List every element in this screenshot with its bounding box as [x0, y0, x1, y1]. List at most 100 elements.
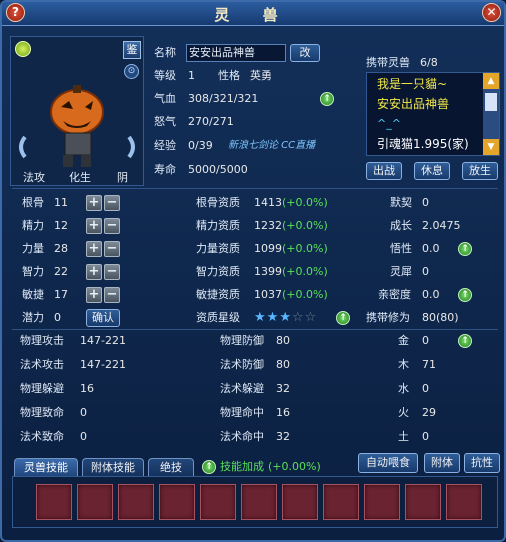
skill-slot[interactable] — [446, 484, 482, 520]
carried-item-4[interactable]: 引魂猫1.995(家) — [377, 133, 469, 155]
exp-label: 经验 — [154, 139, 176, 152]
combat2-label-5: 法术命中 — [220, 430, 264, 443]
comprehension-value: 0.0 — [422, 242, 440, 255]
star-icon: ★ — [279, 310, 292, 325]
carried-item-1[interactable]: 我是一只貓~ — [377, 73, 447, 95]
plus-icon[interactable]: + — [86, 241, 102, 257]
combat2-label-3: 法术躲避 — [220, 382, 264, 395]
combat2-value-3: 32 — [276, 382, 290, 395]
star-up-icon[interactable]: ↑ — [336, 311, 350, 325]
skill-slot[interactable] — [118, 484, 154, 520]
carried-item-2[interactable]: 安安出品神兽 — [377, 93, 449, 115]
star-rating: ★★★☆☆ — [254, 307, 317, 329]
tab-pet-skills[interactable]: 灵兽技能 — [14, 458, 78, 477]
element-up-icon[interactable]: ↑ — [458, 334, 472, 348]
pet-portrait-icon — [19, 85, 135, 167]
exp-value: 0/39 — [188, 139, 213, 152]
life-value: 5000/5000 — [188, 163, 248, 176]
possess-button[interactable]: 附体 — [424, 453, 460, 473]
skill-slot[interactable] — [323, 484, 359, 520]
deploy-button[interactable]: 出战 — [366, 162, 402, 180]
skill-slot[interactable] — [200, 484, 236, 520]
scroll-thumb[interactable] — [485, 93, 497, 111]
close-icon[interactable]: ✕ — [482, 3, 501, 22]
title-bar[interactable]: ? 灵 兽 ✕ — [2, 2, 504, 26]
stat-value-3: 28 — [54, 242, 68, 255]
name-input[interactable]: 安安出品神兽 — [186, 44, 286, 62]
comprehension-up-icon[interactable]: ↑ — [458, 242, 472, 256]
pet-tag-3: 阴 — [117, 171, 128, 184]
aptitude-value-3: 1099 — [254, 242, 282, 255]
scrollbar[interactable]: ▲ ▼ — [483, 73, 499, 155]
intimacy-label: 亲密度 — [378, 288, 411, 301]
hp-up-icon[interactable]: ↑ — [320, 92, 334, 106]
aptitude-value-2: 1232 — [254, 219, 282, 232]
plus-icon[interactable]: + — [86, 264, 102, 280]
rest-button[interactable]: 休息 — [414, 162, 450, 180]
scroll-up-icon[interactable]: ▲ — [483, 73, 499, 89]
tab-ultimate[interactable]: 绝技 — [148, 458, 194, 477]
combat-label-2: 法术攻击 — [20, 358, 64, 371]
skill-slot[interactable] — [364, 484, 400, 520]
aptitude-bonus-1: (+0.0%) — [282, 196, 328, 209]
skill-slot[interactable] — [405, 484, 441, 520]
aptitude-value-1: 1413 — [254, 196, 282, 209]
aptitude-bonus-4: (+0.0%) — [282, 265, 328, 278]
cultivation-label: 携带修为 — [366, 311, 410, 324]
window-title: 灵 兽 — [214, 6, 292, 24]
stat-label-1: 根骨 — [22, 196, 44, 209]
minus-icon[interactable]: − — [104, 287, 120, 303]
element-label-2: 木 — [398, 358, 409, 371]
combat-label-5: 法术致命 — [20, 430, 64, 443]
combat2-label-4: 物理命中 — [220, 406, 264, 419]
star-empty-icon: ☆ — [291, 310, 305, 325]
pet-window: ? 灵 兽 ✕ 鉴 ⊙ 法攻 化生 阴 名称 安安出品神兽 改 等级 1 性格 … — [0, 0, 506, 542]
aptitude-value-4: 1399 — [254, 265, 282, 278]
skill-slot[interactable] — [77, 484, 113, 520]
stat-label-5: 敏捷 — [22, 288, 44, 301]
element-label-1: 金 — [398, 334, 409, 347]
scroll-down-icon[interactable]: ▼ — [483, 139, 499, 155]
skill-slot[interactable] — [241, 484, 277, 520]
divider-top — [12, 188, 498, 189]
minus-icon[interactable]: − — [104, 264, 120, 280]
hp-label: 气血 — [154, 92, 176, 105]
plus-icon[interactable]: + — [86, 218, 102, 234]
skill-slot[interactable] — [282, 484, 318, 520]
rename-button[interactable]: 改 — [290, 44, 320, 62]
skill-bonus-value: (+0.00%) — [268, 460, 321, 473]
combat-value-4: 0 — [80, 406, 87, 419]
release-button[interactable]: 放生 — [462, 162, 498, 180]
minus-icon[interactable]: − — [104, 195, 120, 211]
intimacy-up-icon[interactable]: ↑ — [458, 288, 472, 302]
stat-value-2: 12 — [54, 219, 68, 232]
cultivation-value: 80(80) — [422, 311, 459, 324]
hp-value: 308/321/321 — [188, 92, 259, 105]
auto-feed-button[interactable]: 自动喂食 — [358, 453, 418, 473]
plus-icon[interactable]: + — [86, 195, 102, 211]
carried-count: 6/8 — [420, 56, 438, 69]
tacit-value: 0 — [422, 196, 429, 209]
minus-icon[interactable]: − — [104, 218, 120, 234]
skill-slot[interactable] — [159, 484, 195, 520]
aptitude-value-5: 1037 — [254, 288, 282, 301]
confirm-button[interactable]: 确认 — [86, 309, 120, 327]
personality-value: 英勇 — [250, 69, 272, 82]
carried-item-3[interactable]: ^_^ — [377, 113, 401, 135]
pet-tag-1: 法攻 — [23, 171, 45, 184]
combat-label-1: 物理攻击 — [20, 334, 64, 347]
combat2-value-5: 32 — [276, 430, 290, 443]
level-value: 1 — [188, 69, 195, 82]
potential-label: 潜力 — [22, 311, 44, 324]
skill-slot[interactable] — [36, 484, 72, 520]
star-empty-icon: ☆ — [304, 310, 318, 325]
tab-possession-skills[interactable]: 附体技能 — [82, 458, 144, 477]
combat-label-4: 物理致命 — [20, 406, 64, 419]
name-label: 名称 — [154, 46, 176, 59]
aptitude-label-3: 力量资质 — [196, 242, 240, 255]
minus-icon[interactable]: − — [104, 241, 120, 257]
stat-value-4: 22 — [54, 265, 68, 278]
plus-icon[interactable]: + — [86, 287, 102, 303]
stat-value-1: 11 — [54, 196, 68, 209]
resistance-button[interactable]: 抗性 — [464, 453, 500, 473]
